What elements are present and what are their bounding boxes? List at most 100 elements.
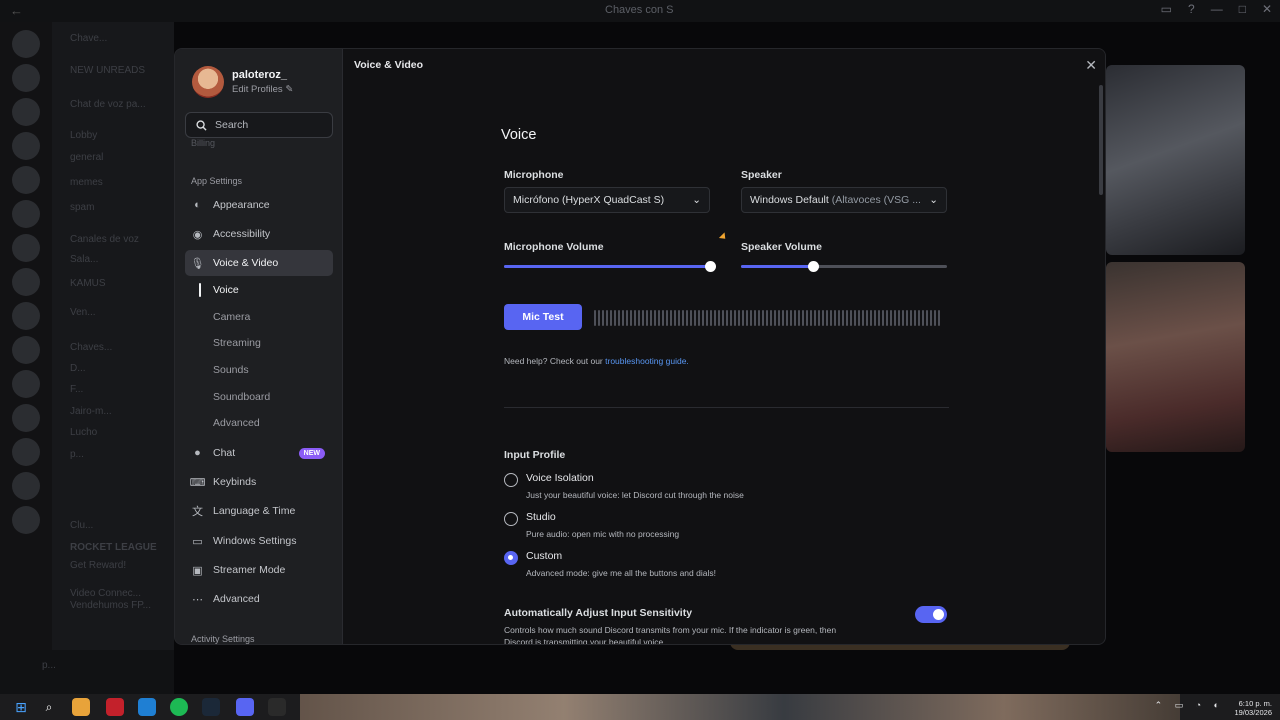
mic-volume-slider[interactable] <box>504 261 716 272</box>
category-label[interactable]: Lobby <box>70 130 97 141</box>
server-icon[interactable] <box>12 370 40 398</box>
minimize-button[interactable]: — <box>1211 2 1223 16</box>
sidebar-item-keybinds[interactable]: ⌨ Keybinds <box>185 469 333 495</box>
scrollbar[interactable] <box>1099 85 1103 195</box>
meter-bar <box>870 310 872 326</box>
meter-bar <box>806 310 808 326</box>
microphone-select[interactable]: Micrófono (HyperX QuadCast S) ⌄ <box>504 187 710 213</box>
system-tray-icons[interactable]: ⌃ ▭ ◔ ◐ <box>1155 700 1224 711</box>
radio-button[interactable] <box>504 512 518 526</box>
search-box[interactable] <box>185 112 333 138</box>
subitem-advanced[interactable]: Advanced <box>213 417 260 429</box>
sidebar-item-streamer-mode[interactable]: ▣ Streamer Mode <box>185 557 333 583</box>
sidebar-item-windows-settings[interactable]: ▭ Windows Settings <box>185 528 333 554</box>
obs-icon[interactable] <box>268 698 286 716</box>
server-icon[interactable] <box>12 64 40 92</box>
user-panel-name[interactable]: p... <box>42 660 56 671</box>
radio-button[interactable] <box>504 473 518 487</box>
sidebar-item-accessibility[interactable]: ◉ Accessibility <box>185 221 333 247</box>
channel-item[interactable]: general <box>70 152 103 163</box>
spotify-icon[interactable] <box>170 698 188 716</box>
sidebar-item-advanced[interactable]: ⋯ Advanced <box>185 586 333 612</box>
category-label[interactable]: Canales de voz <box>70 234 139 245</box>
server-name[interactable]: Chave... <box>70 33 107 44</box>
discord-icon[interactable] <box>236 698 254 716</box>
channel-item[interactable]: spam <box>70 202 94 213</box>
clock[interactable]: 6:10 p. m. 19/03/2026 <box>1234 699 1272 717</box>
voice-channel[interactable]: Ven... <box>70 307 96 318</box>
sidebar-item-label: Windows Settings <box>213 535 297 547</box>
speaker-volume-slider[interactable] <box>741 261 947 272</box>
server-rail <box>0 22 52 694</box>
sidebar-item-billing[interactable]: Billing <box>191 138 215 148</box>
server-icon[interactable] <box>12 166 40 194</box>
opera-icon[interactable] <box>106 698 124 716</box>
windows-start-icon[interactable]: ⊞ <box>12 698 30 716</box>
voice-user[interactable]: F... <box>70 384 83 395</box>
inbox-icon[interactable]: ▭ <box>1161 2 1172 16</box>
voice-user[interactable]: p... <box>70 449 84 460</box>
promo-title[interactable]: ROCKET LEAGUE <box>70 542 157 553</box>
video-tile[interactable] <box>1106 262 1245 452</box>
subitem-camera[interactable]: Camera <box>213 311 250 323</box>
slider-knob[interactable] <box>808 261 820 272</box>
profile-header[interactable]: paloteroz_ Edit Profiles ✎ <box>192 66 293 98</box>
meter-bar <box>602 310 604 326</box>
sidebar-item-appearance[interactable]: ◐ Appearance <box>185 192 333 218</box>
avatar[interactable] <box>192 66 224 98</box>
voice-user[interactable]: Jairo-m... <box>70 406 112 417</box>
slider-knob[interactable] <box>705 261 716 272</box>
server-icon[interactable] <box>12 234 40 262</box>
mic-test-button[interactable]: Mic Test <box>504 304 582 330</box>
app-icon[interactable] <box>72 698 90 716</box>
radio-custom[interactable]: Custom Advanced mode: give me all the bu… <box>504 550 716 578</box>
maximize-button[interactable]: □ <box>1239 2 1246 16</box>
server-icon[interactable] <box>12 302 40 330</box>
sidebar-item-language-time[interactable]: 文 Language & Time <box>185 498 333 524</box>
steam-icon[interactable] <box>202 698 220 716</box>
subitem-streaming[interactable]: Streaming <box>213 337 261 349</box>
close-icon[interactable]: ✕ <box>1085 58 1097 72</box>
sidebar-item-voice-video[interactable]: 🎙 Voice & Video <box>185 250 333 276</box>
server-icon[interactable] <box>12 472 40 500</box>
radio-studio[interactable]: Studio Pure audio: open mic with no proc… <box>504 511 679 539</box>
server-icon[interactable] <box>12 30 40 58</box>
server-icon[interactable] <box>12 268 40 296</box>
voice-user[interactable]: Lucho <box>70 427 97 438</box>
server-icon[interactable] <box>12 438 40 466</box>
subitem-sounds[interactable]: Sounds <box>213 364 249 376</box>
server-icon[interactable] <box>12 336 40 364</box>
meter-bar <box>650 310 652 326</box>
sidebar-item-chat[interactable]: ● Chat NEW <box>185 440 333 466</box>
radio-button-checked[interactable] <box>504 551 518 565</box>
close-window-button[interactable]: ✕ <box>1262 2 1272 16</box>
server-icon[interactable] <box>12 98 40 126</box>
search-icon[interactable]: ⌕ <box>40 698 58 716</box>
voice-channel[interactable]: Clu... <box>70 520 93 531</box>
search-input[interactable] <box>215 119 325 131</box>
voice-channel[interactable]: Sala... <box>70 254 98 265</box>
subitem-soundboard[interactable]: Soundboard <box>213 391 270 403</box>
auto-sensitivity-toggle[interactable] <box>915 606 947 623</box>
channel-item[interactable]: Chat de voz pa... <box>70 99 146 110</box>
troubleshooting-link[interactable]: troubleshooting guide. <box>605 356 689 366</box>
subitem-voice[interactable]: Voice <box>213 284 239 296</box>
back-arrow-icon[interactable]: ← <box>10 3 23 18</box>
voice-user[interactable]: KAMUS <box>70 278 106 289</box>
meter-bar <box>598 310 600 326</box>
help-icon[interactable]: ? <box>1188 2 1195 16</box>
voice-user[interactable]: D... <box>70 363 86 374</box>
video-tile[interactable] <box>1106 65 1245 255</box>
server-icon[interactable] <box>12 132 40 160</box>
server-icon[interactable] <box>12 200 40 228</box>
new-unreads-pill[interactable]: NEW UNREADS <box>70 65 145 76</box>
channel-item[interactable]: memes <box>70 177 103 188</box>
radio-voice-isolation[interactable]: Voice Isolation Just your beautiful voic… <box>504 472 744 500</box>
voice-user[interactable]: Chaves... <box>70 342 112 353</box>
server-icon[interactable] <box>12 404 40 432</box>
edit-profiles-link[interactable]: Edit Profiles ✎ <box>232 84 293 95</box>
promo-action[interactable]: Get Reward! <box>70 560 126 571</box>
speaker-select[interactable]: Windows Default (Altavoces (VSG ... ⌄ <box>741 187 947 213</box>
server-icon[interactable] <box>12 506 40 534</box>
edge-icon[interactable] <box>138 698 156 716</box>
